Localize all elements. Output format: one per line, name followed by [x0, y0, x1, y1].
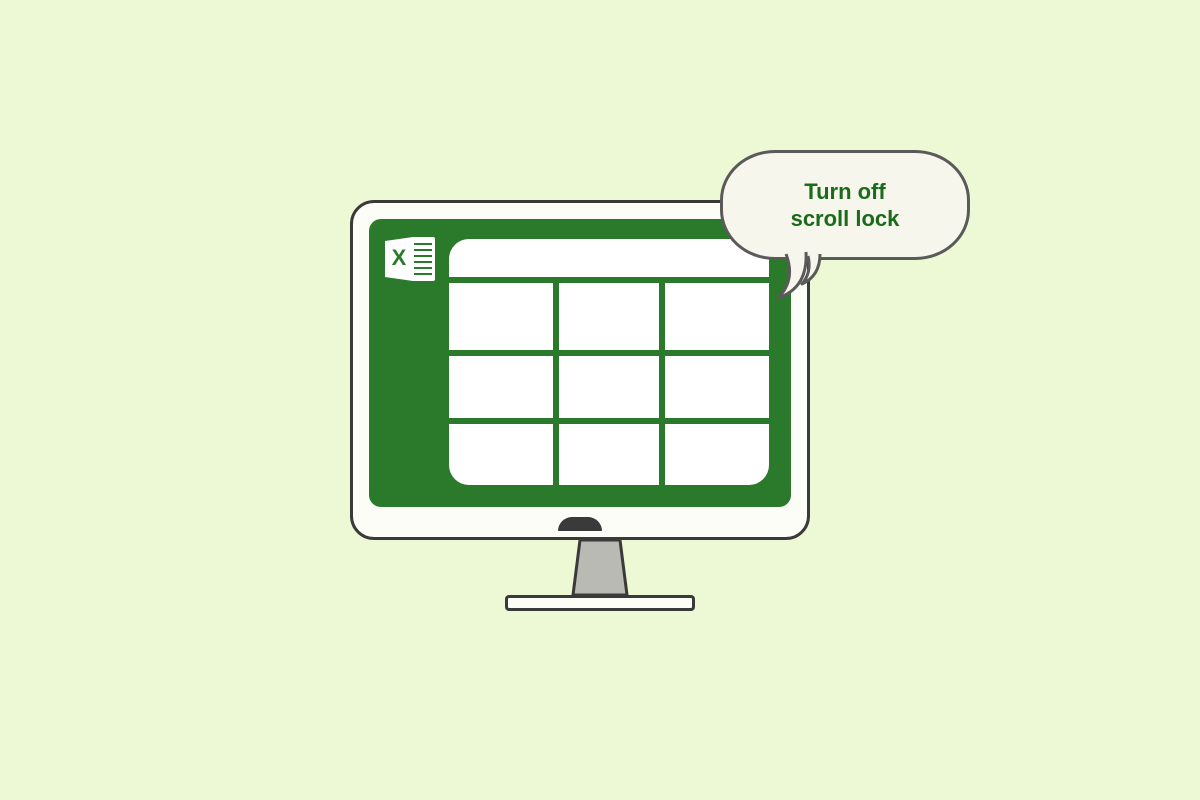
spreadsheet-row	[449, 350, 769, 417]
monitor-neck	[565, 540, 635, 598]
excel-icon: X	[383, 233, 439, 285]
speech-bubble: Turn off scroll lock	[720, 150, 980, 330]
spreadsheet-column-divider	[553, 283, 559, 485]
illustration-stage: X Turn off scroll lock	[300, 140, 900, 660]
speech-bubble-body: Turn off scroll lock	[720, 150, 970, 260]
monitor-webcam-notch	[558, 517, 602, 531]
speech-bubble-text: Turn off scroll lock	[791, 178, 900, 233]
spreadsheet-row	[449, 418, 769, 485]
monitor-base	[505, 595, 695, 611]
speech-bubble-tail	[778, 250, 838, 310]
excel-icon-letter: X	[392, 245, 407, 270]
spreadsheet-column-divider	[659, 283, 665, 485]
